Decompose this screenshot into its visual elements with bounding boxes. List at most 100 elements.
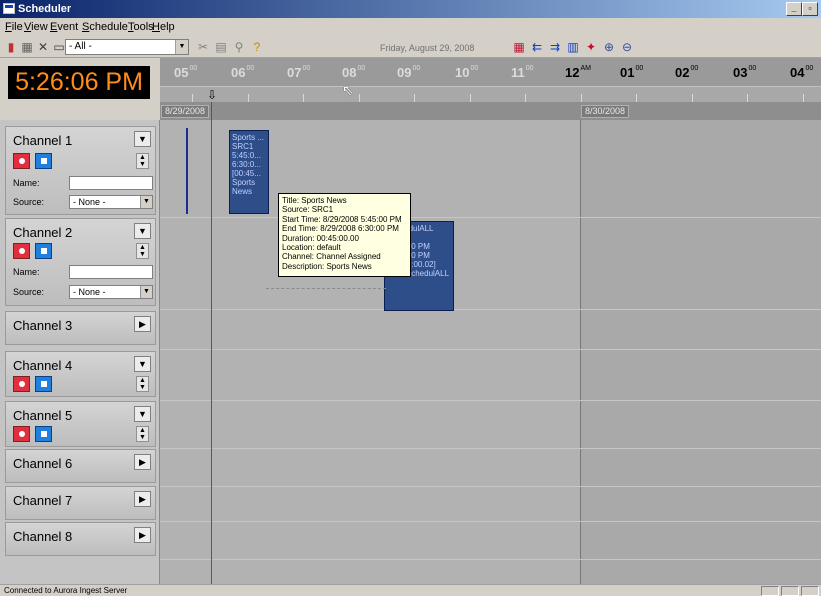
delete-icon[interactable]: ✕ [36, 40, 50, 54]
hour-label: 0300 [733, 65, 757, 80]
channel-1-source-select[interactable]: - None - ▼ [69, 195, 153, 209]
back-icon[interactable]: ⇇ [530, 40, 544, 54]
channel-2-record-button[interactable] [13, 243, 30, 259]
day2-region[interactable] [580, 120, 821, 584]
menu-file[interactable]: File [5, 21, 23, 33]
channel-2-source-label: Source: [13, 287, 45, 297]
help-icon[interactable]: ? [250, 40, 264, 54]
timeline-header[interactable] [160, 58, 821, 102]
channel-2-title: Channel 2 [13, 225, 73, 240]
channel-5-collapse-button[interactable]: ▼ [134, 406, 151, 422]
hour-label: 0100 [620, 65, 644, 80]
channel-5-spinner[interactable]: ▲ ▼ [136, 426, 149, 442]
channel-2-stop-button[interactable] [35, 243, 52, 259]
hour-label: 1000 [455, 65, 479, 80]
hour-label: 12AM [565, 65, 591, 80]
current-time-arrow-icon: ⇩ [207, 88, 218, 102]
channel-7-panel: Channel 7 ▶ [5, 486, 156, 520]
channel-2-name-field[interactable] [69, 265, 153, 279]
zoom-in-icon[interactable]: ⊕ [602, 40, 616, 54]
channel-5-record-button[interactable] [13, 426, 30, 442]
channel-2-panel: Channel 2 ▼ ▲ ▼ Name: Source: - None - ▼ [5, 218, 156, 306]
ruler-tick [525, 94, 526, 102]
channel-1-collapse-button[interactable]: ▼ [134, 131, 151, 147]
date-bar: 8/29/2008 8/30/2008 [160, 102, 821, 120]
link-icon[interactable]: ⚲ [232, 40, 246, 54]
date-label-day1: 8/29/2008 [161, 105, 210, 118]
ruler-tick [580, 94, 582, 102]
channel-1-panel: Channel 1 ▼ ▲ ▼ Name: Source: - None - ▼ [5, 126, 156, 215]
ruler-tick [691, 94, 693, 102]
hour-label: 0700 [287, 65, 311, 80]
current-time-line [211, 102, 212, 584]
menu-help[interactable]: Help [152, 21, 175, 33]
hour-label: 0500 [174, 65, 198, 80]
hour-label: 0400 [790, 65, 814, 80]
maximize-button[interactable]: ▫ [802, 2, 818, 16]
zoom-out-icon[interactable]: ⊖ [620, 40, 634, 54]
channel-4-stop-button[interactable] [35, 376, 52, 392]
status-pane [801, 586, 819, 596]
channel-8-panel: Channel 8 ▶ [5, 522, 156, 556]
channel-2-spinner[interactable]: ▲ ▼ [136, 243, 149, 259]
menu-event[interactable]: Event [50, 21, 78, 33]
channel-5-stop-button[interactable] [35, 426, 52, 442]
channel-2-source-select[interactable]: - None - ▼ [69, 285, 153, 299]
ruler-tick [414, 94, 415, 102]
new-event-icon[interactable]: ▮ [4, 40, 18, 54]
channel-8-expand-button[interactable]: ▶ [134, 527, 151, 543]
channel-1-stop-button[interactable] [35, 153, 52, 169]
channel-4-spinner[interactable]: ▲ ▼ [136, 376, 149, 392]
current-time-clock: 5:26:06 PM [8, 66, 150, 99]
channel-1-name-field[interactable] [69, 176, 153, 190]
save-icon[interactable]: ▤ [214, 40, 228, 54]
status-text: Connected to Aurora Ingest Server [4, 586, 128, 595]
channel-1-spinner[interactable]: ▲ ▼ [136, 153, 149, 169]
channel-3-title: Channel 3 [13, 318, 73, 333]
toolbar-date: Friday, August 29, 2008 [380, 43, 475, 53]
ruler-tick [247, 94, 249, 102]
channel-4-record-button[interactable] [13, 376, 30, 392]
edit-icon[interactable]: ▦ [20, 40, 34, 54]
properties-icon[interactable]: ▭ [52, 40, 66, 54]
filter-select[interactable]: - All - ▼ [65, 39, 189, 55]
channel-6-expand-button[interactable]: ▶ [134, 454, 151, 470]
channel-2-name-label: Name: [13, 267, 40, 277]
menu-view[interactable]: View [24, 21, 48, 33]
channel-8-title: Channel 8 [13, 529, 73, 544]
ruler-tick [358, 94, 360, 102]
minimize-button[interactable]: _ [786, 2, 802, 16]
channel-1-title: Channel 1 [13, 133, 73, 148]
ruler-tick [636, 94, 637, 102]
calendar-icon[interactable]: ▥ [566, 40, 580, 54]
ruler-tick [802, 94, 804, 102]
time-ruler[interactable] [160, 86, 821, 102]
menu-schedule[interactable]: Schedule [82, 21, 128, 33]
channel-2-collapse-button[interactable]: ▼ [134, 223, 151, 239]
channel-3-expand-button[interactable]: ▶ [134, 316, 151, 332]
grid-view-icon[interactable]: ▦ [512, 40, 526, 54]
status-pane [781, 586, 799, 596]
channel-7-title: Channel 7 [13, 493, 73, 508]
forward-icon[interactable]: ⇉ [548, 40, 562, 54]
channel-1-record-button[interactable] [13, 153, 30, 169]
refresh-icon[interactable]: ✦ [584, 40, 598, 54]
event-sports-news[interactable]: Sports ... SRC1 5:45:0... 6:30:0... [00:… [229, 130, 269, 214]
channel-4-title: Channel 4 [13, 358, 73, 373]
status-bar: Connected to Aurora Ingest Server [0, 584, 821, 596]
event-marker-line[interactable] [186, 128, 188, 214]
chevron-down-icon: ▼ [175, 40, 188, 54]
hour-label: 1100 [511, 65, 534, 80]
channel-1-name-label: Name: [13, 178, 40, 188]
menu-bar: File View Event Schedule Tools Help [0, 18, 821, 36]
toolbar: ▮ ▦ ✕ ▭ - All - ▼ ✂ ▤ ⚲ ? Friday, August… [0, 36, 821, 58]
channel-6-panel: Channel 6 ▶ [5, 449, 156, 483]
menu-tools[interactable]: Tools [128, 21, 154, 33]
cut-icon[interactable]: ✂ [196, 40, 210, 54]
channel-7-expand-button[interactable]: ▶ [134, 491, 151, 507]
filter-value: - All - [69, 41, 92, 52]
channel-4-collapse-button[interactable]: ▼ [134, 356, 151, 372]
window-title: Scheduler [18, 3, 72, 15]
channel-4-panel: Channel 4 ▼ ▲ ▼ [5, 351, 156, 397]
mouse-cursor-icon: ⇖ [342, 82, 354, 98]
